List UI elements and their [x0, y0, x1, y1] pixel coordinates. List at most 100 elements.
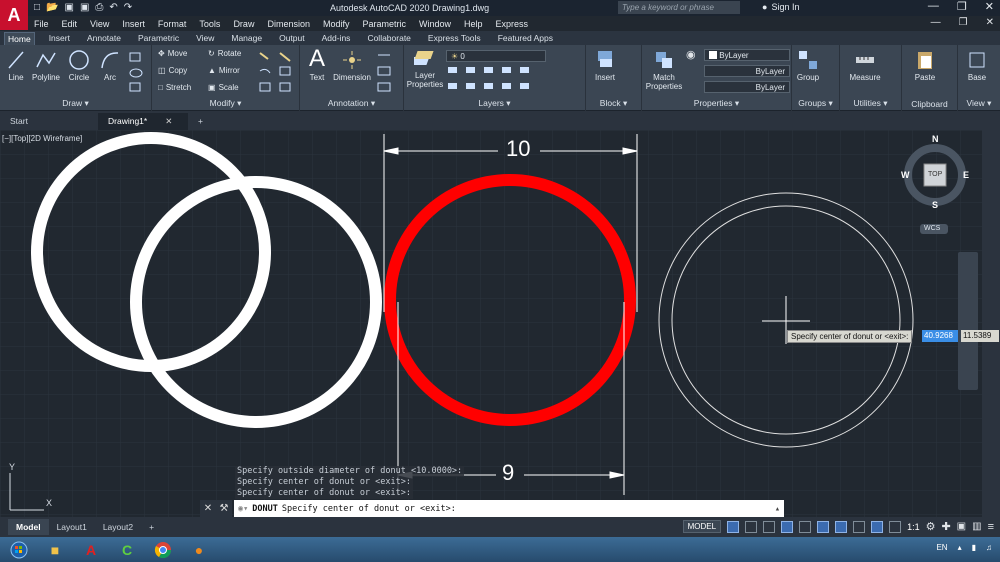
match-properties-button[interactable]: Match Properties	[644, 49, 684, 91]
plot-icon[interactable]: ⎙	[95, 2, 103, 13]
customization-icon[interactable]: ≡	[988, 521, 994, 533]
group-button[interactable]: Group	[794, 49, 822, 82]
layer-properties-button[interactable]: Layer Properties	[406, 47, 444, 89]
circle-button[interactable]: Circle	[66, 49, 92, 82]
layer-dropdown[interactable]: ☀ 0	[446, 50, 546, 62]
menu-parametric[interactable]: Parametric	[363, 19, 407, 29]
right-toolbar[interactable]	[982, 130, 1000, 517]
menu-help[interactable]: Help	[464, 19, 483, 29]
polar-toggle-icon[interactable]	[781, 520, 794, 533]
isodraft-toggle-icon[interactable]	[799, 520, 812, 533]
view-group-title[interactable]: View ▾	[958, 98, 1000, 109]
utilities-group-title[interactable]: Utilities ▾	[840, 98, 901, 109]
close-tab-icon[interactable]: ✕	[165, 116, 172, 126]
draw-group-title[interactable]: Draw ▾	[0, 98, 151, 109]
tab-express-tools[interactable]: Express Tools	[425, 32, 484, 44]
fullscreen-icon[interactable]: ▥	[972, 521, 981, 532]
chrome-icon[interactable]	[148, 539, 178, 561]
tab-layout1[interactable]: Layout1	[49, 519, 95, 535]
viewport-controls[interactable]: [−][Top][2D Wireframe]	[2, 134, 82, 143]
menu-tools[interactable]: Tools	[199, 19, 220, 29]
tab-manage[interactable]: Manage	[228, 32, 265, 44]
viewcube-west[interactable]: W	[901, 170, 910, 180]
viewcube-south[interactable]: S	[932, 200, 938, 210]
tab-annotate[interactable]: Annotate	[84, 32, 124, 44]
menu-modify[interactable]: Modify	[323, 19, 350, 29]
object-snap-icon[interactable]	[835, 520, 848, 533]
save-icon[interactable]: ▣	[65, 2, 74, 13]
app-taskbar-icon[interactable]: ●	[184, 539, 214, 561]
annotation-scale[interactable]: 1:1	[907, 522, 920, 532]
modify-tools-icons[interactable]	[256, 49, 296, 95]
language-indicator[interactable]: EN	[936, 543, 947, 552]
tab-drawing1[interactable]: Drawing1* ✕	[98, 113, 188, 130]
isolate-objects-icon[interactable]: ▣	[957, 521, 966, 532]
object-snap-tracking-icon[interactable]	[817, 520, 830, 533]
redo-icon[interactable]: ↷	[124, 2, 132, 13]
viewcube-east[interactable]: E	[963, 170, 969, 180]
stretch-button[interactable]: □ Stretch	[158, 83, 191, 92]
snap-toggle-icon[interactable]	[745, 520, 758, 533]
color-dropdown[interactable]: ByLayer	[704, 49, 790, 61]
menu-edit[interactable]: Edit	[62, 19, 78, 29]
restore-icon[interactable]: ❐	[957, 0, 967, 13]
annotation-monitor-icon[interactable]: ✚	[941, 520, 950, 533]
line-button[interactable]: Line	[4, 49, 28, 82]
file-explorer-icon[interactable]: ■	[40, 539, 70, 561]
groups-group-title[interactable]: Groups ▾	[792, 98, 839, 109]
clipboard-group-title[interactable]: Clipboard	[902, 99, 957, 109]
insert-button[interactable]: Insert	[590, 49, 620, 82]
block-group-title[interactable]: Block ▾	[586, 98, 641, 109]
minimize-icon[interactable]: —	[931, 17, 941, 28]
menu-file[interactable]: File	[34, 19, 49, 29]
menu-format[interactable]: Format	[158, 19, 187, 29]
menu-dimension[interactable]: Dimension	[267, 19, 310, 29]
tab-view[interactable]: View	[193, 32, 217, 44]
minimize-icon[interactable]: —	[928, 0, 939, 13]
close-icon[interactable]: ✕	[986, 17, 994, 28]
navigation-bar[interactable]	[958, 252, 978, 390]
properties-group-title[interactable]: Properties ▾	[642, 98, 791, 109]
dimension-button[interactable]: Dimension	[332, 49, 372, 82]
tab-featured-apps[interactable]: Featured Apps	[495, 32, 556, 44]
menu-insert[interactable]: Insert	[122, 19, 145, 29]
volume-icon[interactable]: ♫	[986, 543, 992, 552]
annotation-visibility-icon[interactable]	[871, 520, 884, 533]
tab-model[interactable]: Model	[8, 519, 49, 535]
dynamic-input-x[interactable]: 40.9268	[922, 330, 958, 342]
sign-in[interactable]: ● Sign In	[762, 2, 799, 12]
drawing-canvas[interactable]: Y X 10 9 N S E W TOP WCS	[0, 130, 982, 517]
menu-window[interactable]: Window	[419, 19, 451, 29]
tab-insert[interactable]: Insert	[46, 32, 73, 44]
close-icon[interactable]: ✕	[985, 0, 994, 13]
wcs-label[interactable]: WCS	[924, 225, 940, 232]
menu-view[interactable]: View	[90, 19, 109, 29]
lineweight-dropdown[interactable]: ByLayer	[704, 81, 790, 93]
modify-group-title[interactable]: Modify ▾	[152, 98, 299, 109]
tab-layout2[interactable]: Layout2	[95, 519, 141, 535]
undo-icon[interactable]: ↶	[109, 2, 117, 13]
move-button[interactable]: ✥ Move	[158, 49, 187, 58]
ortho-toggle-icon[interactable]	[763, 520, 776, 533]
autoscale-icon[interactable]	[889, 520, 902, 533]
add-layout-button[interactable]: +	[141, 519, 162, 535]
dynamic-input-y[interactable]: 11.5389	[961, 330, 999, 342]
paste-button[interactable]: Paste	[910, 49, 940, 82]
tab-parametric[interactable]: Parametric	[135, 32, 182, 44]
scale-button[interactable]: ▣ Scale	[208, 83, 239, 92]
viewcube-top[interactable]: TOP	[928, 171, 942, 178]
restore-icon[interactable]: ❐	[959, 17, 968, 28]
tray-arrow-icon[interactable]: ▴	[958, 543, 962, 552]
menu-express[interactable]: Express	[496, 19, 529, 29]
viewcube-north[interactable]: N	[932, 134, 939, 144]
mirror-button[interactable]: ▲ Mirror	[208, 66, 240, 75]
copy-button[interactable]: ◫ Copy	[158, 66, 187, 75]
new-tab-button[interactable]: +	[188, 113, 213, 130]
linetype-dropdown[interactable]: ByLayer	[704, 65, 790, 77]
base-button[interactable]: Base	[962, 49, 992, 82]
annotation-group-title[interactable]: Annotation ▾	[300, 98, 403, 109]
menu-draw[interactable]: Draw	[233, 19, 254, 29]
grid-toggle-icon[interactable]	[727, 520, 740, 533]
tab-addins[interactable]: Add-ins	[319, 32, 354, 44]
command-recent-icon[interactable]: ◉▾	[238, 504, 248, 514]
